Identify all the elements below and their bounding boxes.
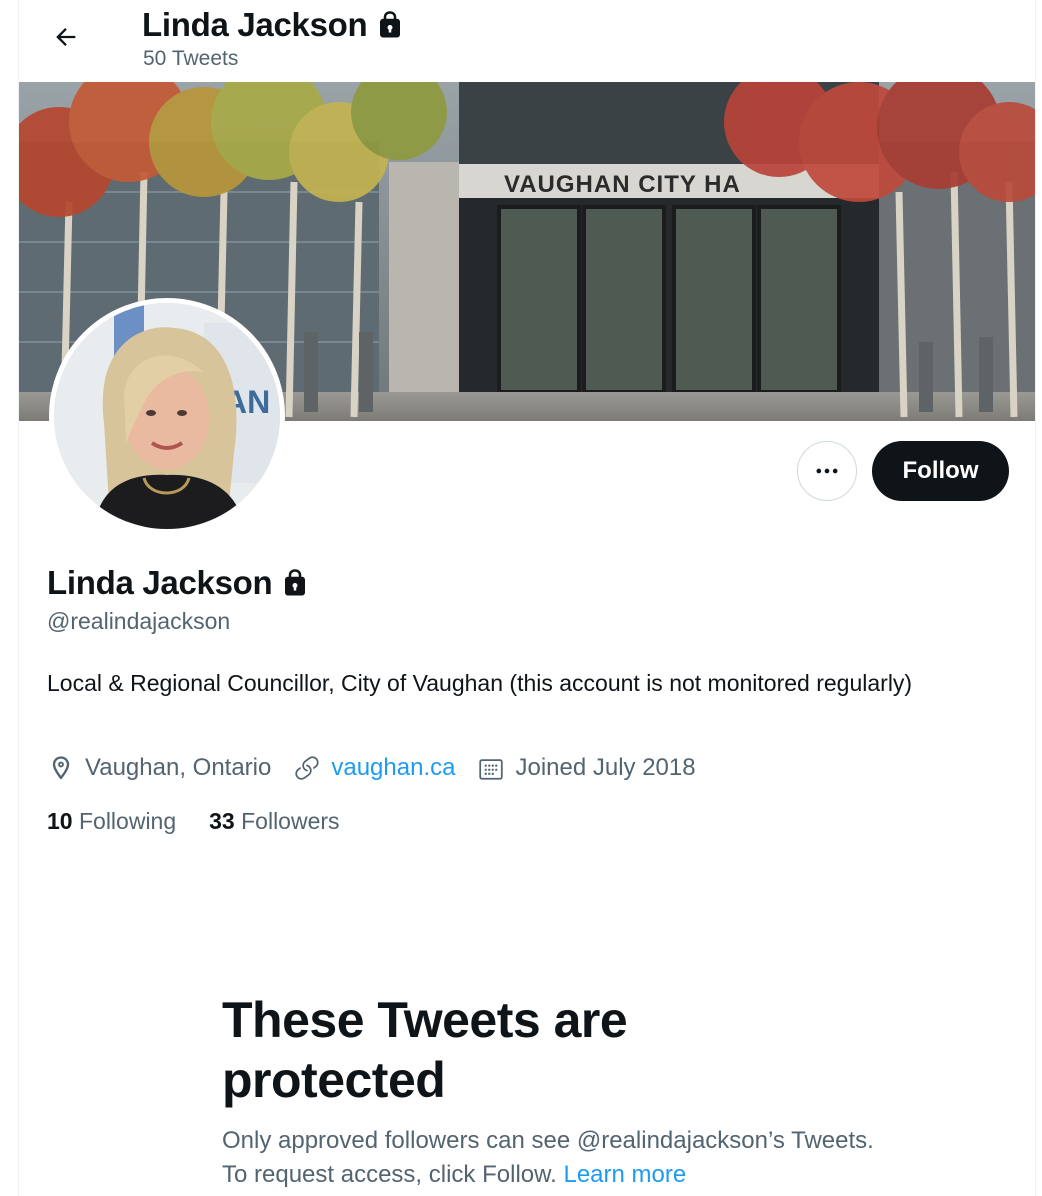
arrow-left-icon [56, 28, 76, 46]
follow-stats: 10 Following 33 Followers [47, 808, 373, 835]
back-button[interactable] [47, 18, 85, 56]
top-bar: Linda Jackson 50 Tweets [19, 0, 1035, 82]
profile-page: Linda Jackson 50 Tweets VAUGHAN CITY HA … [18, 0, 1036, 1196]
header-title: Linda Jackson [142, 6, 405, 44]
website-link[interactable]: vaughan.ca [331, 754, 455, 782]
joined-item: Joined July 2018 [477, 754, 696, 782]
location-pin-icon [52, 756, 70, 780]
profile-handle: @realindajackson [47, 608, 231, 634]
more-options-button[interactable] [797, 441, 857, 501]
following-label: Following [78, 808, 177, 834]
profile-name: Linda Jackson [47, 564, 310, 602]
website-item: vaughan.ca [293, 754, 455, 782]
followers-link[interactable]: 33 Followers [209, 808, 339, 835]
lock-icon [380, 11, 401, 38]
protected-body-text: Only approved followers can see @realind… [222, 1127, 874, 1188]
profile-meta: Vaughan, Ontario vaughan.ca Joined July … [47, 754, 718, 782]
banner-sign-text: VAUGHAN CITY HA [504, 171, 741, 198]
location-item: Vaughan, Ontario [47, 754, 271, 782]
more-options-icon [816, 468, 838, 474]
followers-label: Followers [241, 808, 340, 834]
header-name: Linda Jackson [142, 6, 368, 43]
profile-avatar[interactable]: AN [49, 298, 285, 534]
protected-body: Only approved followers can see @realind… [222, 1124, 902, 1192]
tweet-count: 50 Tweets [143, 47, 239, 70]
following-count: 10 [47, 808, 73, 834]
location-text: Vaughan, Ontario [85, 754, 272, 781]
profile-name-text: Linda Jackson [47, 564, 273, 601]
following-link[interactable]: 10 Following [47, 808, 176, 835]
follow-button[interactable]: Follow [872, 441, 1009, 501]
calendar-icon [479, 759, 504, 780]
lock-icon [285, 569, 306, 596]
link-icon [295, 756, 319, 780]
learn-more-link[interactable]: Learn more [563, 1161, 686, 1188]
protected-title: These Tweets are protected [222, 992, 628, 1108]
profile-bio: Local & Regional Councillor, City of Vau… [47, 670, 913, 696]
joined-text: Joined July 2018 [515, 754, 696, 781]
followers-count: 33 [209, 808, 235, 834]
